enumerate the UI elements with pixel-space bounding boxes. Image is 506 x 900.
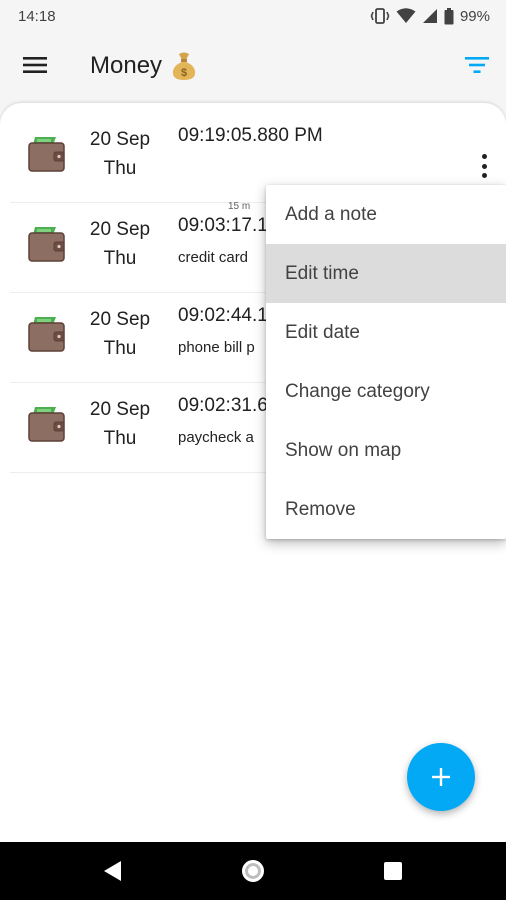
wallet-icon [28,137,65,172]
entry-date-weekday: Thu [103,158,137,179]
entry-date-weekday: Thu [103,338,137,359]
more-vert-dot [481,163,487,169]
entry-note: phone bill p [178,339,255,356]
filter-button[interactable] [462,50,492,80]
entry-date: 20 Sep Thu [80,215,160,273]
entry-note: credit card [178,249,249,266]
status-bar: 14:18 99% [0,0,506,32]
app-bar: Money $ [0,32,506,100]
vibrate-icon [370,8,390,24]
entry-date: 20 Sep Thu [80,125,160,183]
entry-date-weekday: Thu [103,248,137,269]
add-entry-button[interactable] [407,743,475,811]
menu-button[interactable] [18,50,52,80]
entry-date: 20 Sep Thu [80,395,160,453]
entry-time: 09:02:44.1 [178,305,268,326]
entry-time: 09:02:31.6 [178,395,268,416]
wallet-icon [28,407,65,442]
home-icon[interactable] [242,860,264,882]
menu-item-remove[interactable]: Remove [266,480,506,539]
menu-item-show-on-map[interactable]: Show on map [266,421,506,480]
menu-item-add-note[interactable]: Add a note [266,185,506,244]
plus-icon [432,768,450,786]
entry-date: 20 Sep Thu [80,305,160,363]
hamburger-icon [23,57,47,73]
page-title: Money $ [90,51,198,81]
menu-item-edit-time[interactable]: Edit time [266,244,506,303]
entry-date-day: 20 Sep [89,309,151,330]
wallet-icon [28,227,65,262]
entry-time: 09:03:17.1 [178,215,268,236]
page-title-text: Money [90,52,163,79]
signal-icon [422,9,437,23]
filter-icon [465,57,489,73]
more-vert-icon [481,154,487,159]
entry-note: paycheck a [178,429,254,446]
battery-percent: 99% [459,7,490,25]
battery-icon [444,7,454,24]
navigation-bar [0,842,506,900]
status-time: 14:18 [18,8,56,25]
entry-time: 09:19:05.880 PM [178,125,323,146]
wifi-icon [396,8,416,23]
elapsed-label: 15 m [228,201,251,212]
recents-icon[interactable] [384,862,402,880]
more-vert-dot [481,173,487,178]
status-icons: 99% [370,7,490,25]
more-options-button[interactable] [474,152,494,180]
menu-item-change-category[interactable]: Change category [266,362,506,421]
entry-date-day: 20 Sep [89,399,151,420]
entry-date-day: 20 Sep [89,219,151,240]
wallet-icon [28,317,65,352]
back-icon[interactable] [103,860,123,882]
entry-date-weekday: Thu [103,428,137,449]
menu-item-edit-date[interactable]: Edit date [266,303,506,362]
entry-date-day: 20 Sep [89,129,151,150]
context-menu: Add a note Edit time Edit date Change ca… [266,185,506,539]
money-bag-icon: $ [172,52,196,80]
svg-text:$: $ [181,67,187,79]
